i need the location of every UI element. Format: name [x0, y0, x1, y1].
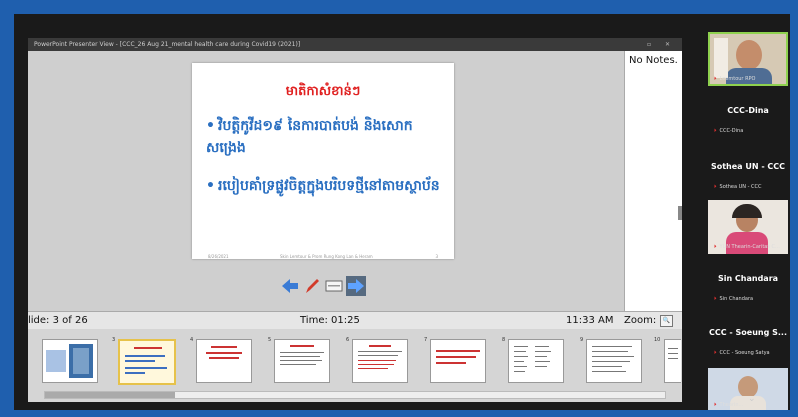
pane-splitter[interactable]: [678, 206, 682, 220]
thumbnail-number: 10: [654, 337, 661, 343]
participant-caption-text: YUN Thearin-Caritas C...: [719, 244, 780, 250]
slide-thumbnail[interactable]: [508, 339, 564, 383]
slide-bullet-1: • វិបត្តិកូវីដ១៩ នៃការបាត់បង់ និងសោកសង្រេ…: [206, 115, 446, 159]
participant-caption-text: Thearin...: [719, 402, 744, 408]
status-bar: lide: 3 of 26 Time: 01:25 11:33 AM Zoom:…: [28, 311, 682, 329]
thumbnail-number: 7: [424, 337, 428, 343]
next-arrow-icon[interactable]: [346, 276, 366, 296]
presenter-view-window: PowerPoint Presenter View - [CCC_26 Aug …: [28, 38, 682, 402]
participant-tile[interactable]: ⏵ YUN Thearin-Caritas C...: [708, 200, 788, 254]
slide-thumbnail-selected[interactable]: [118, 339, 176, 385]
participant-caption-text: CCC - Soeung Satya: [719, 350, 770, 356]
slide-footer-date: 8/26/2021: [208, 254, 229, 259]
participant-tile[interactable]: CCC-Dina ⏵ CCC-Dina: [708, 88, 788, 142]
participant-caption: ⏵ CCC - Soeung Satya: [714, 350, 770, 356]
meeting-frame: PowerPoint Presenter View - [CCC_26 Aug …: [14, 14, 790, 410]
thumbnail-number: 6: [346, 337, 350, 343]
notes-pane[interactable]: No Notes.: [624, 51, 682, 311]
participant-gallery: ⏵ Leemtour RPO CCC-Dina ⏵ CCC-Dina Sothea …: [708, 32, 788, 410]
window-titlebar: PowerPoint Presenter View - [CCC_26 Aug …: [28, 38, 682, 51]
participant-name: Sothea UN - CCC: [710, 162, 786, 171]
slide-bullet-1-text: វិបត្តិកូវីដ១៩ នៃការបាត់បង់ និងសោកសង្រេង: [206, 118, 413, 156]
slide-thumbnail[interactable]: [586, 339, 642, 383]
slide-thumbnail[interactable]: [664, 339, 681, 383]
slide-footer-number: 3: [435, 254, 438, 259]
participant-name: CCC-Dina: [727, 106, 769, 115]
muted-mic-icon: ⏵: [714, 128, 717, 134]
muted-mic-icon: ⏵: [714, 244, 717, 250]
slide-thumbnail[interactable]: [352, 339, 408, 383]
muted-mic-icon: ⏵: [714, 296, 717, 302]
chevron-down-icon[interactable]: ⌄: [748, 394, 756, 404]
bullet-icon: •: [206, 118, 215, 134]
window-title: PowerPoint Presenter View - [CCC_26 Aug …: [34, 41, 301, 48]
pen-icon[interactable]: [302, 276, 322, 296]
current-slide[interactable]: មាតិកាសំខាន់ៗ • វិបត្តិកូវីដ១៩ នៃការបាត់ប…: [192, 63, 454, 259]
thumbnail-scrollbar[interactable]: [44, 391, 666, 399]
participant-caption: ⏵ Leemtour RPO: [714, 76, 756, 82]
elapsed-time: Time: 01:25: [300, 315, 360, 326]
slide-thumbnail[interactable]: [430, 339, 486, 383]
participant-caption: ⏵ YUN Thearin-Caritas C...: [714, 244, 780, 250]
participant-caption-text: Leemtour RPO: [719, 76, 756, 82]
notes-text: No Notes.: [629, 55, 678, 66]
participant-name: Sin Chandara: [717, 274, 779, 283]
presenter-tools: [280, 276, 370, 298]
thumbnail-strip: 3 4 5 6 7 8 9 10: [28, 329, 682, 402]
participant-caption: ⏵ CCC-Dina: [714, 128, 743, 134]
slide-counter: lide: 3 of 26: [28, 315, 88, 326]
thumbnail-number: 5: [268, 337, 272, 343]
participant-tile[interactable]: ⏵ Leemtour RPO: [708, 32, 788, 86]
window-controls[interactable]: ▫ ✕: [647, 38, 676, 51]
participant-caption: ⏵ Sothea UN - CCC: [714, 184, 761, 190]
clock: 11:33 AM: [566, 315, 614, 326]
participant-caption-text: Sothea UN - CCC: [719, 184, 762, 190]
participant-tile[interactable]: Sothea UN - CCC ⏵ Sothea UN - CCC: [708, 144, 788, 198]
previous-arrow-icon[interactable]: [280, 276, 300, 296]
thumbnail-number: 4: [190, 337, 194, 343]
zoom-label: Zoom:: [624, 315, 657, 326]
slide-heading: មាតិកាសំខាន់ៗ: [285, 84, 361, 99]
slide-stage: មាតិកាសំខាន់ៗ • វិបត្តិកូវីដ១៩ នៃការបាត់ប…: [28, 51, 624, 311]
muted-mic-icon: ⏵: [714, 350, 717, 356]
thumbnail-number: 3: [112, 337, 116, 343]
slide-thumbnail[interactable]: [274, 339, 330, 383]
slide-thumbnail[interactable]: [42, 339, 98, 383]
scrollbar-thumb[interactable]: [45, 392, 175, 398]
slide-footer-text: Skin Lemtour & Prom Rung Kong Lan & Hera…: [280, 254, 373, 259]
participant-caption-text: Sin Chandara: [719, 296, 754, 302]
participant-tile[interactable]: CCC - Soeung S... ⏵ CCC - Soeung Satya: [708, 312, 788, 366]
muted-mic-icon: ⏵: [714, 184, 717, 190]
muted-mic-icon: ⏵: [714, 76, 717, 82]
slide-bullet-2-text: របៀបគាំទ្រផ្លូវចិត្តក្នុងបរិបទថ្មីនៅតាមស…: [218, 178, 440, 194]
zoom-icon[interactable]: 🔍: [660, 315, 673, 327]
participant-tile[interactable]: Sin Chandara ⏵ Sin Chandara: [708, 256, 788, 310]
slide-bullet-2: • របៀបគាំទ្រផ្លូវចិត្តក្នុងបរិបទថ្មីនៅតាម…: [206, 175, 446, 197]
bullet-icon: •: [206, 178, 215, 194]
thumbnail-number: 8: [502, 337, 506, 343]
slide-thumbnail[interactable]: [196, 339, 252, 383]
screen-icon[interactable]: [324, 276, 344, 296]
thumbnail-number: 9: [580, 337, 584, 343]
participant-caption: ⏵ Sin Chandara: [714, 296, 753, 302]
participant-caption-text: CCC-Dina: [719, 128, 744, 134]
participant-caption: ⏵ Thearin...: [714, 402, 743, 408]
muted-mic-icon: ⏵: [714, 402, 717, 408]
participant-name: CCC - Soeung S...: [709, 328, 787, 337]
